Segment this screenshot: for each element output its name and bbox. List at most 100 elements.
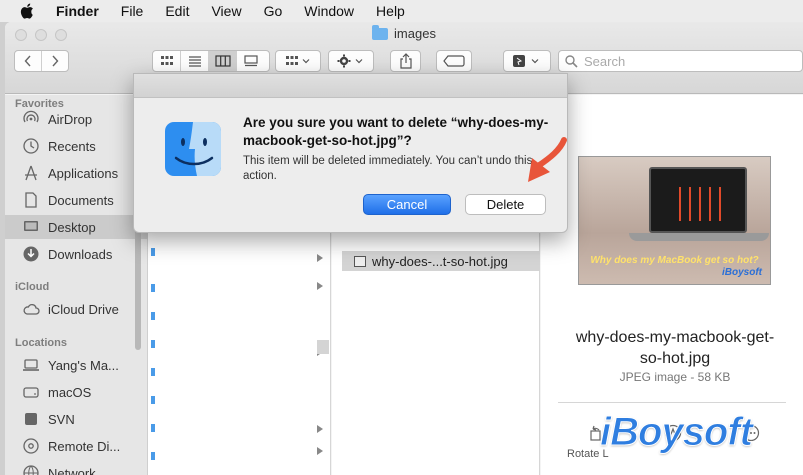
sidebar-header-icloud: iCloud xyxy=(15,281,50,293)
selected-file-row[interactable]: why-does-...t-so-hot.jpg xyxy=(342,251,540,271)
share-button[interactable] xyxy=(390,50,421,72)
laptop-icon xyxy=(22,356,40,374)
thumbnail-logo: iBoysoft xyxy=(722,267,762,278)
search-field[interactable]: Search xyxy=(558,50,803,72)
menu-bar: Finder File Edit View Go Window Help xyxy=(0,0,803,22)
laptop-illustration xyxy=(649,167,747,233)
selected-folder-highlight[interactable] xyxy=(317,340,329,354)
action-button[interactable] xyxy=(328,50,374,72)
sidebar-item-label: AirDrop xyxy=(48,111,93,127)
disclosure-arrow-icon[interactable] xyxy=(317,254,323,262)
menu-file[interactable]: File xyxy=(121,3,144,19)
grid-icon xyxy=(160,56,173,65)
sidebar-item-label: iCloud Drive xyxy=(48,301,119,317)
menu-window[interactable]: Window xyxy=(304,3,354,19)
menu-go[interactable]: Go xyxy=(264,3,283,19)
clock-icon xyxy=(22,137,40,155)
sidebar: Favorites AirDrop Recents Applications D… xyxy=(5,95,148,475)
gear-icon xyxy=(337,54,363,68)
sidebar-header-locations: Locations xyxy=(15,337,67,349)
desktop-icon xyxy=(22,218,40,236)
search-icon xyxy=(565,54,578,68)
sidebar-item-label: Yang's Ma... xyxy=(48,357,119,373)
document-icon xyxy=(22,191,40,209)
sidebar-item-macos[interactable]: macOS xyxy=(5,380,148,404)
folder-marker xyxy=(151,284,155,292)
sidebar-item-icloud-drive[interactable]: iCloud Drive xyxy=(5,297,148,321)
folder-marker xyxy=(151,396,155,404)
folder-marker xyxy=(151,340,155,348)
apple-icon[interactable] xyxy=(16,0,38,22)
sidebar-item-label: Recents xyxy=(48,138,96,154)
menu-view[interactable]: View xyxy=(211,3,241,19)
sidebar-item-svn[interactable]: SVN xyxy=(5,407,148,431)
list-view-button[interactable] xyxy=(181,51,209,71)
globe-icon xyxy=(22,464,40,475)
gallery-view-button[interactable] xyxy=(237,51,265,71)
back-button[interactable] xyxy=(15,51,42,71)
sidebar-item-downloads[interactable]: Downloads xyxy=(5,242,148,266)
heat-line xyxy=(689,187,693,221)
laptop-base xyxy=(629,233,769,241)
window-title: images xyxy=(5,24,803,41)
applications-icon xyxy=(22,164,40,182)
dialog-message: This item will be deleted immediately. Y… xyxy=(243,155,533,182)
folder-marker xyxy=(151,368,155,376)
watermark-logo: iBoysoft xyxy=(600,410,754,455)
sidebar-item-label: Documents xyxy=(48,192,114,208)
cloud-icon xyxy=(22,300,40,318)
gallery-icon xyxy=(244,55,258,67)
disclosure-arrow-icon[interactable] xyxy=(317,282,323,290)
delete-button[interactable]: Delete xyxy=(465,194,546,215)
quick-actions-button[interactable] xyxy=(503,50,551,72)
edit-tags-button[interactable] xyxy=(436,50,472,72)
drive-icon xyxy=(22,410,40,428)
folder-marker xyxy=(151,312,155,320)
disc-icon xyxy=(22,437,40,455)
search-placeholder: Search xyxy=(584,53,626,69)
sidebar-item-applications[interactable]: Applications xyxy=(5,161,148,185)
folder-marker xyxy=(151,452,155,460)
quick-look-icon xyxy=(513,55,539,67)
tag-icon xyxy=(443,55,465,67)
sidebar-item-recents[interactable]: Recents xyxy=(5,134,148,158)
sidebar-item-computer[interactable]: Yang's Ma... xyxy=(5,353,148,377)
column-view-button[interactable] xyxy=(209,51,237,71)
heat-line xyxy=(679,187,683,221)
icon-view-button[interactable] xyxy=(153,51,181,71)
sidebar-item-label: Remote Di... xyxy=(48,438,121,454)
window-title-text: images xyxy=(394,26,436,41)
view-mode-control xyxy=(152,50,270,72)
columns-icon xyxy=(214,55,231,67)
heat-line xyxy=(719,187,723,221)
heat-line xyxy=(699,187,703,221)
preview-file-kind: JPEG image - 58 KB xyxy=(619,370,731,384)
sidebar-item-network[interactable]: Network xyxy=(5,461,148,475)
sidebar-item-documents[interactable]: Documents xyxy=(5,188,148,212)
disclosure-arrow-icon[interactable] xyxy=(317,425,323,433)
folder-marker xyxy=(151,424,155,432)
group-by-button[interactable] xyxy=(275,50,321,72)
group-icon xyxy=(286,56,310,65)
disk-icon xyxy=(22,383,40,401)
preview-file-name: why-does-my-macbook-get-so-hot.jpg xyxy=(575,329,775,367)
sidebar-scrollbar[interactable] xyxy=(135,215,141,350)
sidebar-item-airdrop[interactable]: AirDrop xyxy=(5,107,148,131)
sidebar-item-label: Downloads xyxy=(48,246,113,262)
menu-help[interactable]: Help xyxy=(376,3,405,19)
download-icon xyxy=(22,245,40,263)
thumbnail-caption: Why does my MacBook get so hot? xyxy=(590,255,759,266)
disclosure-arrow-icon[interactable] xyxy=(317,447,323,455)
sidebar-item-remote-disc[interactable]: Remote Di... xyxy=(5,434,148,458)
cancel-button[interactable]: Cancel xyxy=(363,194,451,215)
sidebar-item-label: Desktop xyxy=(48,219,96,235)
share-icon xyxy=(399,53,412,69)
file-row-name: why-does-...t-so-hot.jpg xyxy=(372,253,508,269)
list-icon xyxy=(188,56,201,67)
preview-thumbnail: Why does my MacBook get so hot? iBoysoft xyxy=(578,156,771,285)
sidebar-item-desktop[interactable]: Desktop xyxy=(5,215,148,239)
menu-edit[interactable]: Edit xyxy=(165,3,189,19)
menu-app-finder[interactable]: Finder xyxy=(56,3,99,19)
dialog-title: Are you sure you want to delete “why-doe… xyxy=(243,115,549,148)
forward-button[interactable] xyxy=(42,51,68,71)
